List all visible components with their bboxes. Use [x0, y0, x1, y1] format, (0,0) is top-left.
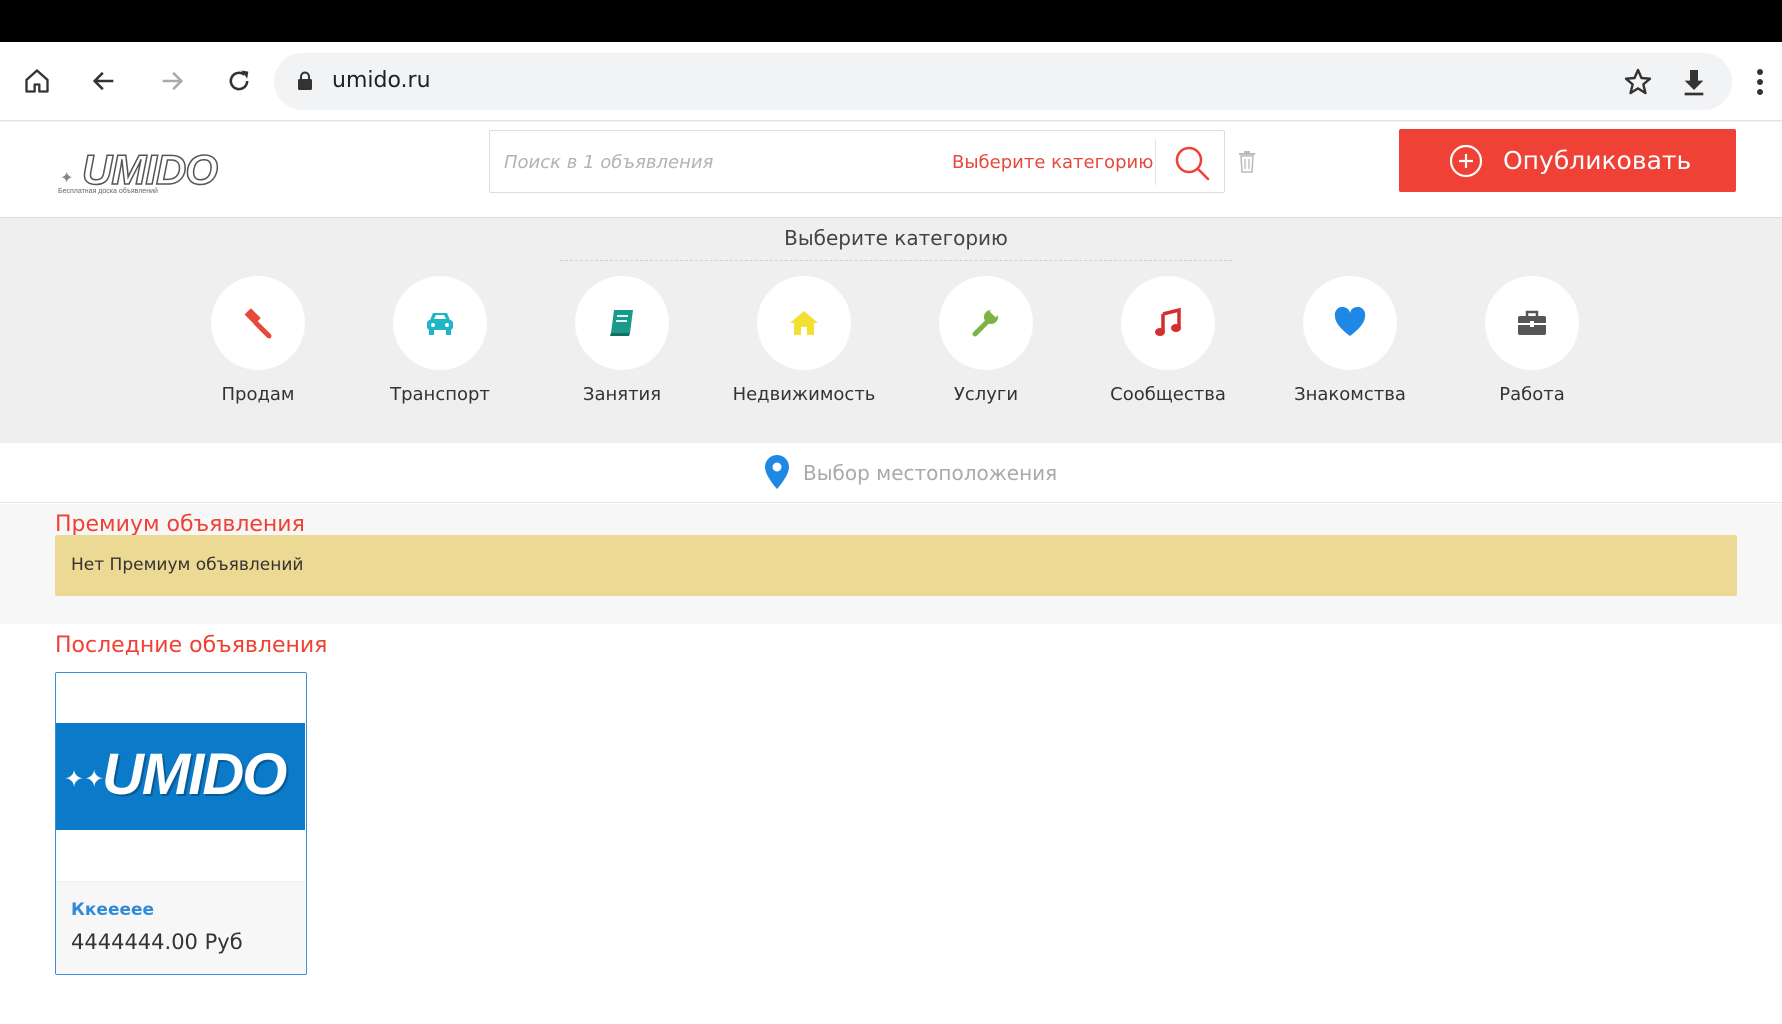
more-vert-icon[interactable]: [1748, 64, 1772, 100]
reload-icon[interactable]: [222, 64, 256, 98]
category-label: Продам: [221, 384, 295, 405]
url-text: umido.ru: [332, 68, 431, 93]
forward-icon[interactable]: [155, 64, 189, 98]
search-divider: [1155, 139, 1156, 185]
listing-image: ✦✦ UMIDO: [56, 723, 305, 830]
category-label: Услуги: [953, 384, 1019, 405]
wrench-icon: [972, 308, 999, 337]
status-bar: [0, 0, 1782, 42]
category-title: Выберите категорию: [560, 226, 1232, 261]
category-item-dating[interactable]: Знакомства: [1275, 276, 1425, 405]
category-label: Недвижимость: [732, 384, 876, 405]
category-item-real-estate[interactable]: Недвижимость: [729, 276, 879, 405]
category-icon-circle: [1121, 276, 1215, 370]
briefcase-icon: [1518, 310, 1546, 335]
sparkle-icon: ✦✦: [64, 766, 105, 793]
premium-title: Премиум объявления: [55, 512, 305, 537]
search-bar: Выберите категорию: [489, 130, 1225, 193]
location-label: Выбор местоположения: [803, 461, 1058, 485]
logo-tagline: Бесплатная доска объявлений: [58, 188, 158, 195]
back-icon[interactable]: [87, 64, 121, 98]
publish-label: Опубликовать: [1503, 146, 1692, 175]
category-item-classes[interactable]: Занятия: [547, 276, 697, 405]
listing-title[interactable]: Ккееееe: [71, 900, 154, 920]
music-icon: [1155, 307, 1181, 336]
gavel-icon: [244, 308, 272, 339]
latest-title: Последние объявления: [55, 633, 328, 658]
sparkle-icon: ✦: [60, 170, 74, 187]
category-icon-circle: [939, 276, 1033, 370]
lock-icon: [298, 71, 312, 90]
search-icon[interactable]: [1172, 143, 1212, 183]
location-selector[interactable]: Выбор местоположения: [0, 443, 1782, 503]
logo-text: UMIDO: [81, 145, 219, 194]
category-label: Сообщества: [1110, 384, 1226, 405]
category-icon-circle: [211, 276, 305, 370]
category-label: Транспорт: [390, 384, 490, 405]
category-label: Работа: [1499, 384, 1565, 405]
home-icon[interactable]: [20, 64, 54, 98]
home-icon: [790, 311, 818, 335]
download-icon[interactable]: [1678, 66, 1710, 98]
search-input[interactable]: [504, 145, 904, 179]
trash-icon[interactable]: [1237, 150, 1257, 174]
category-item-sell[interactable]: Продам: [183, 276, 333, 405]
listing-card[interactable]: ✦✦ UMIDO Ккееееe 4444444.00 Руб: [55, 672, 307, 975]
premium-section: Премиум объявления Нет Премиум объявлени…: [0, 504, 1782, 624]
plus-circle-icon: [1449, 144, 1483, 177]
star-icon[interactable]: [1622, 66, 1654, 98]
listing-image-logo: UMIDO: [102, 742, 287, 807]
category-label: Занятия: [582, 384, 662, 405]
category-icon-circle: [1303, 276, 1397, 370]
premium-empty-alert: Нет Премиум объявлений: [55, 535, 1737, 596]
listing-info: Ккееееe 4444444.00 Руб: [56, 881, 305, 974]
browser-toolbar: umido.ru: [0, 42, 1782, 121]
category-item-work[interactable]: Работа: [1457, 276, 1607, 405]
search-category-select[interactable]: Выберите категорию: [952, 152, 1153, 173]
category-icon-circle: [1485, 276, 1579, 370]
book-icon: [610, 310, 633, 336]
category-item-communities[interactable]: Сообщества: [1093, 276, 1243, 405]
premium-empty-message: Нет Премиум объявлений: [71, 555, 304, 575]
car-icon: [427, 313, 453, 335]
category-panel: Выберите категорию Продам Транспорт Заня…: [0, 217, 1782, 443]
category-icon-circle: [393, 276, 487, 370]
map-pin-icon: [765, 455, 789, 489]
category-icon-circle: [575, 276, 669, 370]
site-logo[interactable]: ✦ UMIDO Бесплатная доска объявлений: [54, 145, 230, 198]
heart-icon: [1334, 306, 1366, 336]
site-header: ✦ UMIDO Бесплатная доска объявлений Выбе…: [0, 122, 1782, 217]
category-item-transport[interactable]: Транспорт: [365, 276, 515, 405]
address-bar[interactable]: umido.ru: [274, 53, 1732, 110]
category-label: Знакомства: [1294, 384, 1406, 405]
listing-price: 4444444.00 Руб: [71, 930, 243, 954]
category-icon-circle: [757, 276, 851, 370]
category-item-services[interactable]: Услуги: [911, 276, 1061, 405]
publish-button[interactable]: Опубликовать: [1399, 129, 1736, 192]
